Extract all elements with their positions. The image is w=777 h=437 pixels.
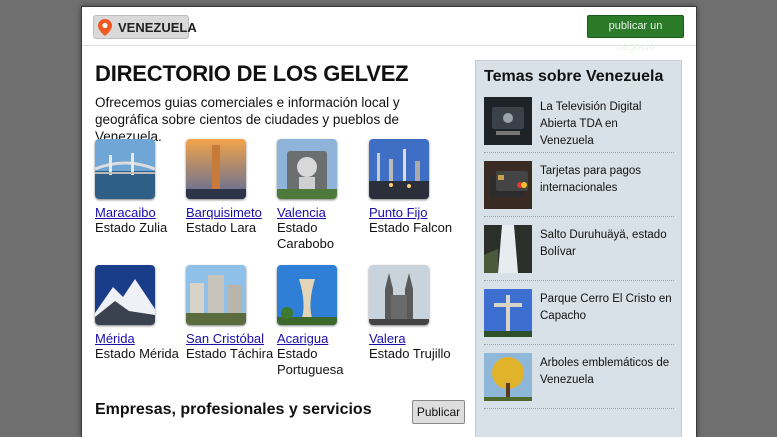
city-link-merida[interactable]: Mérida (95, 331, 185, 346)
topic-item-salto[interactable]: Salto Duruhuäyä, estado Bolívar (484, 225, 674, 281)
city-image-valencia[interactable] (277, 139, 337, 199)
city-state-valencia: Estado Carabobo (277, 220, 335, 251)
city-link-barquisimeto[interactable]: Barquisimeto (186, 205, 276, 220)
city-image-valera[interactable] (369, 265, 429, 325)
topic-image-cristo[interactable] (484, 289, 532, 337)
city-image-barquisimeto[interactable] (186, 139, 246, 199)
city-state-maracaibo: Estado Zulia (95, 220, 168, 235)
sidebar-title: Temas sobre Venezuela (484, 68, 664, 85)
city-image-maracaibo[interactable] (95, 139, 155, 199)
topic-item-cristo[interactable]: Parque Cerro El Cristo en Capacho (484, 289, 674, 345)
topic-divider (484, 216, 674, 217)
city-link-valencia[interactable]: Valencia (277, 205, 367, 220)
topic-item-tarjetas[interactable]: Tarjetas para pagos internacionales (484, 161, 674, 217)
publish-business-button[interactable]: publicar un negocio (587, 15, 684, 53)
page: VENEZUELA publicar un negocio DIRECTORIO… (82, 7, 696, 437)
city-link-acarigua[interactable]: Acarigua (277, 331, 367, 346)
location-pin-icon (98, 19, 112, 36)
topic-divider (484, 280, 674, 281)
city-card-acarigua: Acarigua Estado Portuguesa (277, 265, 367, 378)
topic-divider (484, 152, 674, 153)
topic-item-tda[interactable]: La Televisión Digital Abierta TDA en Ven… (484, 97, 674, 153)
city-state-san-cristobal: Estado Táchira (186, 346, 274, 361)
city-image-acarigua[interactable] (277, 265, 337, 325)
city-state-acarigua: Estado Portuguesa (277, 346, 344, 377)
city-state-barquisimeto: Estado Lara (186, 220, 257, 235)
page-title: DIRECTORIO DE LOS GELVEZ (95, 61, 409, 86)
city-card-punto-fijo: Punto Fijo Estado Falcon (369, 139, 459, 236)
topic-label-tarjetas[interactable]: Tarjetas para pagos internacionales (540, 163, 674, 197)
publish-button[interactable]: Publicar (412, 400, 465, 424)
city-card-san-cristobal: San Cristóbal Estado Táchira (186, 265, 276, 362)
city-state-valera: Estado Trujillo (369, 346, 451, 361)
city-card-maracaibo: Maracaibo Estado Zulia (95, 139, 185, 236)
city-card-valera: Valera Estado Trujillo (369, 265, 459, 362)
city-link-san-cristobal[interactable]: San Cristóbal (186, 331, 276, 346)
topic-label-cristo[interactable]: Parque Cerro El Cristo en Capacho (540, 291, 674, 325)
city-state-merida: Estado Mérida (95, 346, 179, 361)
topic-image-arboles[interactable] (484, 353, 532, 401)
city-card-barquisimeto: Barquisimeto Estado Lara (186, 139, 276, 236)
brand-logo[interactable]: VENEZUELA (93, 15, 197, 39)
business-heading: Empresas, profesionales y servicios (95, 401, 372, 418)
city-link-punto-fijo[interactable]: Punto Fijo (369, 205, 459, 220)
topic-label-salto[interactable]: Salto Duruhuäyä, estado Bolívar (540, 227, 674, 261)
city-link-maracaibo[interactable]: Maracaibo (95, 205, 185, 220)
topic-image-salto[interactable] (484, 225, 532, 273)
topic-divider (484, 344, 674, 345)
topic-divider (484, 408, 674, 409)
topic-image-tarjetas[interactable] (484, 161, 532, 209)
brand-name: VENEZUELA (118, 20, 197, 35)
intro-text: Ofrecemos guias comerciales e informació… (95, 95, 400, 144)
topics-sidebar: Temas sobre Venezuela La Televisión Digi… (475, 60, 682, 437)
city-card-valencia: Valencia Estado Carabobo (277, 139, 367, 252)
topic-image-tda[interactable] (484, 97, 532, 145)
topic-label-tda[interactable]: La Televisión Digital Abierta TDA en Ven… (540, 99, 674, 150)
city-image-punto-fijo[interactable] (369, 139, 429, 199)
city-image-merida[interactable] (95, 265, 155, 325)
topic-label-arboles[interactable]: Arboles emblemáticos de Venezuela (540, 355, 674, 389)
city-image-san-cristobal[interactable] (186, 265, 246, 325)
city-state-punto-fijo: Estado Falcon (369, 220, 453, 235)
topic-item-arboles[interactable]: Arboles emblemáticos de Venezuela (484, 353, 674, 409)
city-card-merida: Mérida Estado Mérida (95, 265, 185, 362)
top-bar: VENEZUELA publicar un negocio (82, 7, 696, 53)
city-link-valera[interactable]: Valera (369, 331, 459, 346)
